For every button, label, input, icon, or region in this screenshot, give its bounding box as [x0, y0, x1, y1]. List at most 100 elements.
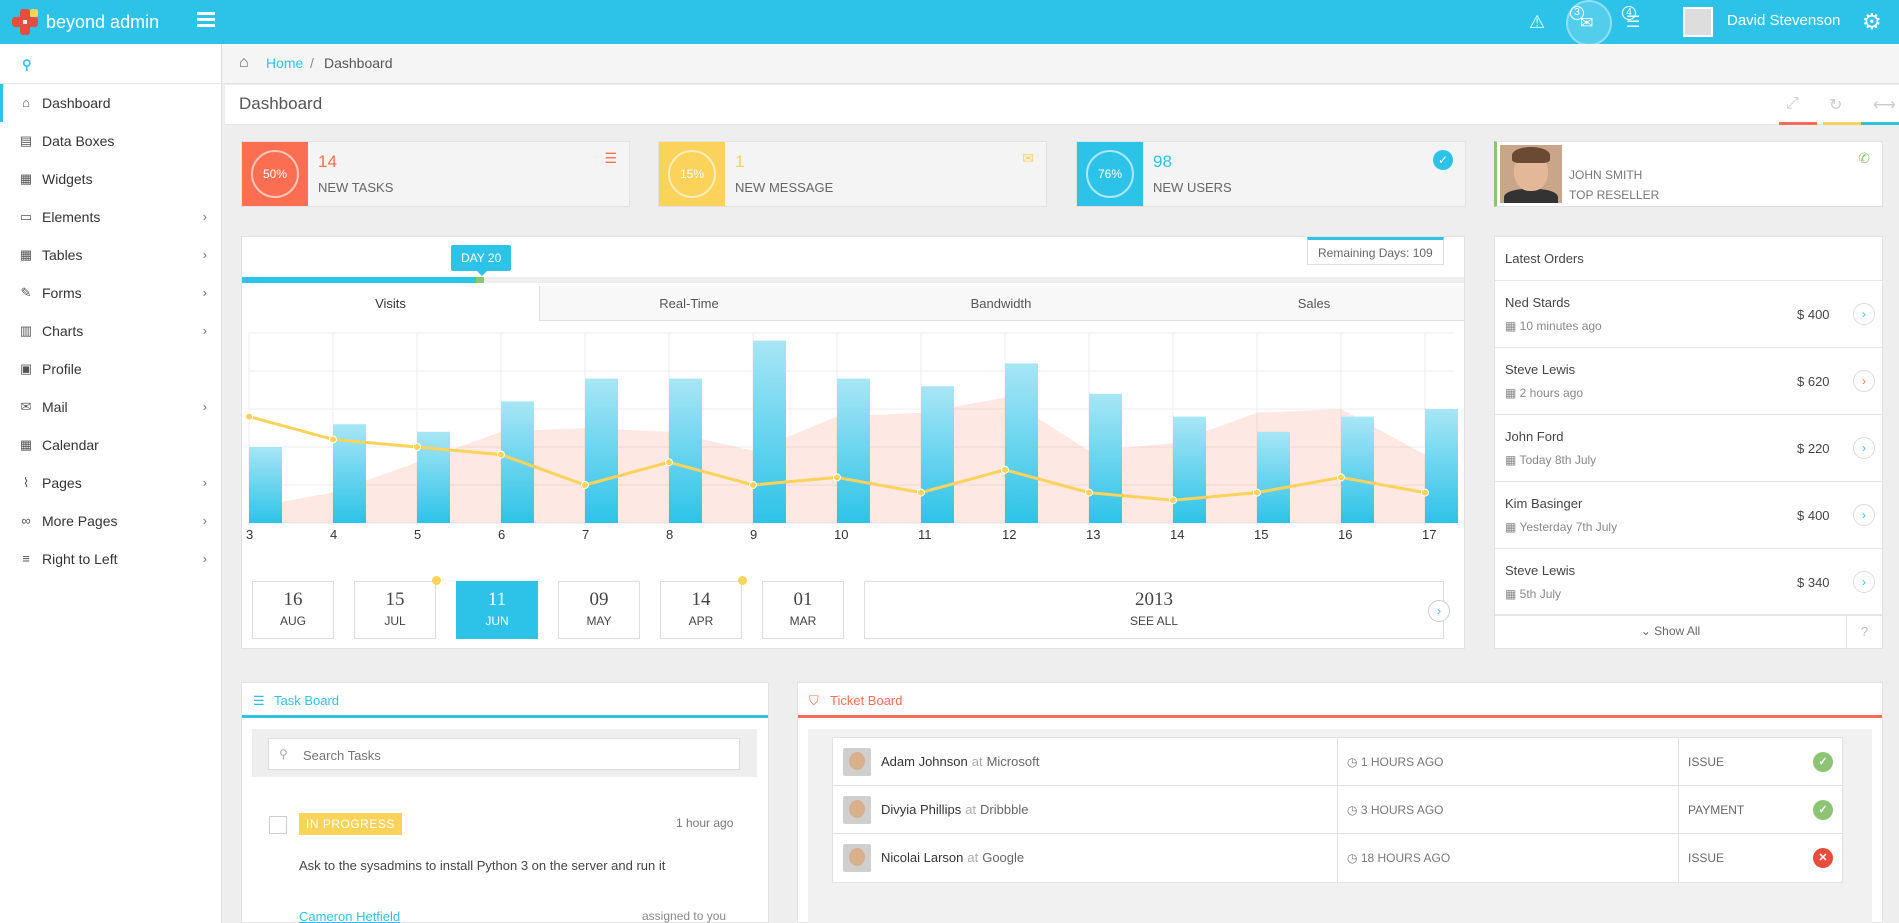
refresh-icon[interactable]: ↻ [1829, 95, 1842, 115]
sidebar-item-dashboard[interactable]: ⌂ Dashboard [0, 84, 221, 122]
table-row[interactable]: Divyia Phillips at Dribbble ◷ 3 HOURS AGO PA… [832, 785, 1843, 835]
avatar[interactable] [1683, 7, 1713, 37]
x-tick-label: 15 [1254, 527, 1268, 542]
chevron-right-icon[interactable]: › [1853, 303, 1875, 325]
date-day: 14 [691, 589, 711, 610]
breadcrumb-home-link[interactable]: Home [266, 55, 303, 71]
sidebar-item-elements[interactable]: ▭ Elements › [0, 198, 221, 236]
order-time-label: 10 minutes ago [1519, 319, 1602, 333]
search-input[interactable] [303, 745, 723, 765]
chevron-right-icon: › [202, 399, 207, 414]
list-item[interactable]: Ned Stards ▦ 10 minutes ago $ 400 › [1495, 281, 1882, 348]
list-item[interactable]: Steve Lewis ▦ 2 hours ago $ 620 › [1495, 348, 1882, 415]
task-search-box[interactable]: ⚲ [268, 738, 740, 770]
task-user-link[interactable]: Cameron Hetfield [299, 909, 400, 923]
year-cell[interactable]: 2013 SEE ALL [864, 581, 1444, 639]
date-cell[interactable]: 16 AUG [252, 581, 334, 639]
chevron-right-icon[interactable]: › [1853, 504, 1875, 526]
sidebar-search[interactable]: ⚲ [0, 44, 221, 84]
x-tick-label: 4 [330, 527, 337, 542]
search-icon: ⚲ [22, 57, 32, 72]
messages-badge: 3 [1570, 6, 1584, 20]
phone-icon[interactable]: ✆ [1858, 150, 1870, 167]
sidebar-item-label: Forms [42, 285, 82, 301]
fullscreen-icon[interactable]: ⤢ [1786, 95, 1799, 113]
table-row[interactable]: Nicolai Larson at Google ◷ 18 HOURS AGO ISSU… [832, 833, 1843, 883]
sidebar-item-label: Tables [42, 247, 83, 263]
date-cell[interactable]: 11 JUN [456, 581, 538, 639]
clock-icon: ◷ [1347, 755, 1361, 769]
calendar-icon: ▦ [19, 437, 33, 452]
tab-sales[interactable]: Sales [1164, 286, 1464, 321]
date-cell[interactable]: 01 MAR [762, 581, 844, 639]
user-name[interactable]: David Stevenson [1727, 12, 1840, 29]
sidebar-item-tables[interactable]: ▦ Tables › [0, 236, 221, 274]
sidebar-item-forms[interactable]: ✎ Forms › [0, 274, 221, 312]
stat-label: NEW TASKS [318, 180, 394, 195]
ticket-company: Google [982, 850, 1025, 865]
gear-icon[interactable]: ⚙ [1862, 9, 1882, 35]
order-amount: $ 340 [1797, 575, 1830, 590]
tab-visits[interactable]: Visits [242, 286, 540, 321]
date-cell[interactable]: 09 MAY [558, 581, 640, 639]
help-icon[interactable]: ? [1846, 615, 1882, 648]
ticket-type: PAYMENT [1688, 803, 1745, 817]
chevron-right-icon[interactable]: › [1428, 600, 1450, 622]
ticket-person: Nicolai Larson at Google [881, 850, 1024, 865]
logo[interactable]: beyond admin [10, 6, 159, 38]
date-cell[interactable]: 15 JUL [354, 576, 441, 639]
date-month: AUG [279, 614, 306, 628]
sidebar-item-pages[interactable]: ⌇ Pages › [0, 464, 221, 502]
sidebar-item-right-to-left[interactable]: ≡ Right to Left › [0, 540, 221, 578]
chevron-right-icon: › [202, 247, 207, 262]
sidebar-item-charts[interactable]: ▥ Charts › [0, 312, 221, 350]
chevron-right-icon[interactable]: › [1853, 571, 1875, 593]
order-amount: $ 400 [1797, 307, 1830, 322]
list-item[interactable]: John Ford ▦ Today 8th July $ 220 › [1495, 415, 1882, 482]
show-all-link[interactable]: ⌄ Show All [1495, 624, 1846, 638]
topbar: beyond admin ⚠ ✉ 3 ☰ 4 David Stevenson ⚙ [0, 0, 1899, 46]
tab-bandwidth[interactable]: Bandwidth [838, 286, 1164, 321]
sidebar-item-label: Elements [42, 209, 101, 225]
tab-real-time[interactable]: Real-Time [540, 286, 838, 321]
list-item[interactable]: Steve Lewis ▦ 5th July $ 340 › [1495, 549, 1882, 616]
date-cell[interactable]: 14 APR [660, 576, 747, 639]
stat-tile-tasks[interactable]: 50% 14 NEW TASKS ☰ [241, 141, 630, 207]
sidebar-item-label: Calendar [42, 437, 99, 453]
sidebar-item-mail[interactable]: ✉ Mail › [0, 388, 221, 426]
line-point [1337, 473, 1345, 482]
ticket-company: Microsoft [986, 754, 1040, 769]
remaining-days: Remaining Days: 109 [1307, 237, 1444, 265]
day-tag: DAY 20 [451, 245, 512, 276]
date-day: 16 [283, 589, 303, 610]
sidebar-item-profile[interactable]: ▣ Profile [0, 350, 221, 388]
table-row[interactable]: Adam Johnson at Microsoft ◷ 1 HOURS AGO ISSU… [832, 737, 1843, 787]
home-icon[interactable]: ⌂ [239, 54, 249, 72]
alert-icon[interactable]: ⚠ [1529, 12, 1545, 33]
calendar-icon: ▦ [1505, 319, 1520, 333]
line-point [1085, 488, 1093, 497]
stat-tile-users[interactable]: 76% 98 NEW USERS ✓ [1076, 141, 1466, 207]
sidebar-item-more-pages[interactable]: ∞ More Pages › [0, 502, 221, 540]
envelope-icon: ✉ [20, 399, 32, 414]
x-tick-label: 3 [246, 527, 253, 542]
chevron-right-icon[interactable]: › [1853, 437, 1875, 459]
stat-tile-messages[interactable]: 15% 1 NEW MESSAGE ✉ [658, 141, 1047, 207]
sidebar-item-calendar[interactable]: ▦ Calendar [0, 426, 221, 464]
ticket-status-icon: ✓ [1813, 752, 1833, 772]
list-item[interactable]: Kim Basinger ▦ Yesterday 7th July $ 400 › [1495, 482, 1882, 549]
ticket-status-icon: ✓ [1813, 800, 1833, 820]
sidebar-item-label: Dashboard [42, 95, 111, 111]
top-reseller-card[interactable]: JOHN SMITH TOP RESELLER ✆ [1494, 141, 1883, 207]
sidebar-item-data-boxes[interactable]: ▤ Data Boxes [0, 122, 221, 160]
order-time: ▦ 2 hours ago [1505, 386, 1583, 400]
check-circle-icon: ✓ [1433, 150, 1453, 170]
collapse-icon[interactable]: ⟷ [1873, 95, 1896, 115]
task-checkbox[interactable] [269, 816, 287, 834]
order-name: Ned Stards [1505, 295, 1571, 310]
avatar [843, 748, 871, 776]
chevron-right-icon[interactable]: › [1853, 370, 1875, 392]
sidebar-item-widgets[interactable]: ▦ Widgets [0, 160, 221, 198]
menu-toggle-icon[interactable] [197, 12, 215, 30]
order-name: John Ford [1505, 429, 1564, 444]
